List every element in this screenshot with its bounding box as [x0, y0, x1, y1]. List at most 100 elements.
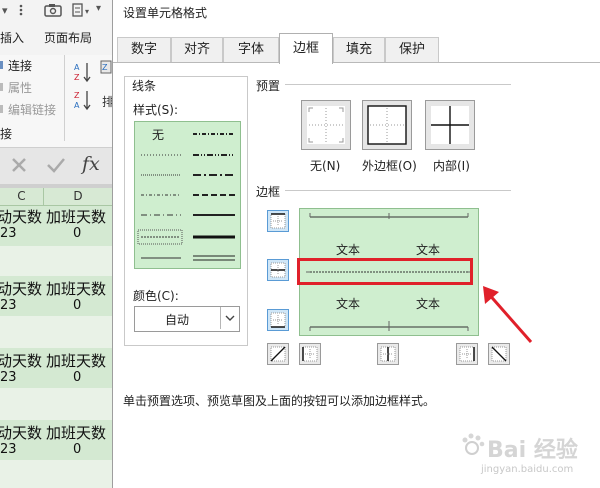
presets-group-label: 预置 — [256, 79, 281, 93]
excel-ribbon-panel: 连接 属性 编辑链接 接 AZ ZA Z 排 — [0, 55, 114, 148]
highlight-box — [297, 258, 473, 285]
cell-attendance-value[interactable]: 23 — [0, 298, 17, 313]
excel-window: ▾ ▾ ▾ 插入 页面布局 连接 属性 编辑链接 接 AZ ZA Z 排 fx … — [0, 0, 114, 488]
paw-logo-icon — [459, 432, 485, 461]
border-right-icon — [459, 346, 475, 362]
cell-attendance-value[interactable]: 23 — [0, 370, 17, 385]
preset-none-icon — [307, 106, 345, 144]
chevron-down-icon[interactable] — [220, 307, 239, 329]
expand-dropdown-icon[interactable]: ▾ — [96, 3, 101, 14]
tab-border[interactable]: 边框 — [279, 33, 333, 64]
preview-text: 文本 — [416, 297, 441, 311]
column-header-c[interactable]: C — [0, 188, 44, 206]
border-right-button[interactable] — [456, 343, 478, 365]
tab-number[interactable]: 数字 — [117, 37, 171, 62]
preset-none-button[interactable] — [301, 100, 351, 150]
form-icon[interactable]: ▾ — [72, 3, 94, 20]
border-diagonal-up-icon — [270, 346, 286, 362]
sort-az-icon[interactable]: AZ — [74, 61, 92, 86]
insert-function-icon[interactable]: fx — [82, 153, 100, 175]
cell-overtime-value[interactable]: 0 — [73, 298, 81, 313]
tab-protection[interactable]: 保护 — [385, 37, 439, 62]
cell-attendance-header[interactable]: 动天数 — [0, 278, 42, 299]
border-inside-vertical-icon — [380, 346, 396, 362]
border-diagonal-down-button[interactable] — [488, 343, 510, 365]
format-cells-dialog: 设置单元格格式 数字 对齐 字体 边框 填充 保护 线条 样式(S): 无 颜色… — [112, 0, 600, 488]
dialog-tabs: 数字 对齐 字体 边框 填充 保护 — [113, 33, 600, 64]
properties-button[interactable]: 属性 — [8, 79, 32, 96]
confirm-icon[interactable] — [46, 156, 66, 177]
watermark: Bai 经验 jingyan.baidu.com — [451, 432, 600, 482]
tab-alignment[interactable]: 对齐 — [171, 37, 223, 62]
border-divider — [285, 190, 511, 191]
ribbon-divider — [64, 55, 65, 141]
column-header-d[interactable]: D — [44, 188, 113, 206]
properties-icon — [0, 81, 6, 96]
filter-icon[interactable]: Z — [100, 59, 112, 78]
dialog-title: 设置单元格格式 — [123, 6, 208, 20]
ribbon-tab-page-layout[interactable]: 页面布局 — [44, 29, 92, 46]
cancel-icon[interactable] — [10, 156, 28, 177]
border-inside-vertical-button[interactable] — [377, 343, 399, 365]
sheet-gap-row[interactable] — [0, 460, 112, 488]
line-style-swatches[interactable] — [135, 122, 240, 268]
preset-inside-button[interactable] — [425, 100, 475, 150]
preview-text: 文本 — [336, 243, 361, 257]
svg-text:A: A — [74, 101, 80, 110]
formula-bar: fx — [0, 148, 112, 185]
sheet-gap-row[interactable] — [0, 246, 112, 276]
connections-button[interactable]: 连接 — [8, 57, 32, 74]
preset-outline-button[interactable] — [362, 100, 412, 150]
annotation-arrow-icon — [483, 286, 533, 343]
cell-overtime-value[interactable]: 0 — [73, 226, 81, 241]
sheet-gap-row[interactable] — [0, 316, 112, 348]
camera-icon[interactable] — [44, 3, 62, 20]
cell-attendance-header[interactable]: 动天数 — [0, 350, 42, 371]
cell-overtime-header[interactable]: 加班天数 — [46, 350, 106, 371]
preset-outline-icon — [367, 105, 407, 145]
cell-overtime-header[interactable]: 加班天数 — [46, 422, 106, 443]
connections-icon — [0, 59, 6, 74]
border-left-button[interactable] — [299, 343, 321, 365]
preset-inside-label[interactable]: 内部(I) — [433, 157, 470, 174]
border-inside-horizontal-button[interactable] — [267, 259, 289, 281]
preview-text: 文本 — [336, 297, 361, 311]
cell-attendance-header[interactable]: 动天数 — [0, 422, 42, 443]
border-bottom-icon — [270, 312, 286, 328]
svg-text:Z: Z — [74, 91, 80, 100]
cell-attendance-value[interactable]: 23 — [0, 442, 17, 457]
sheet-gap-row[interactable] — [0, 388, 112, 420]
cell-overtime-value[interactable]: 0 — [73, 370, 81, 385]
line-style-list[interactable]: 无 — [134, 121, 241, 269]
border-bottom-button[interactable] — [267, 309, 289, 331]
edit-links-button[interactable]: 编辑链接 — [8, 101, 56, 118]
preset-none-label[interactable]: 无(N) — [310, 157, 340, 174]
preset-outline-label[interactable]: 外边框(O) — [362, 157, 417, 174]
hint-text: 单击预置选项、预览草图及上面的按钮可以添加边框样式。 — [123, 394, 436, 408]
cell-overtime-header[interactable]: 加班天数 — [46, 278, 106, 299]
border-group-label: 边框 — [256, 185, 281, 199]
sort-za-icon[interactable]: ZA — [74, 89, 92, 114]
border-top-button[interactable] — [267, 210, 289, 232]
border-diagonal-up-button[interactable] — [267, 343, 289, 365]
color-label: 颜色(C): — [133, 289, 179, 303]
border-top-icon — [270, 213, 286, 229]
svg-text:A: A — [74, 63, 80, 72]
preset-inside-icon — [431, 106, 469, 144]
more-icon[interactable] — [16, 3, 26, 20]
cell-overtime-value[interactable]: 0 — [73, 442, 81, 457]
tab-fill[interactable]: 填充 — [333, 37, 385, 62]
watermark-brand: Bai 经验 — [487, 438, 578, 463]
style-label: 样式(S): — [133, 103, 179, 117]
font-color-dropdown-icon[interactable]: ▾ — [2, 4, 8, 17]
ribbon-tab-insert[interactable]: 插入 — [0, 29, 24, 46]
color-select[interactable]: 自动 — [134, 306, 240, 332]
cell-attendance-header[interactable]: 动天数 — [0, 206, 42, 227]
cell-attendance-value[interactable]: 23 — [0, 226, 17, 241]
preview-text: 文本 — [416, 243, 441, 257]
svg-text:Z: Z — [102, 63, 108, 72]
border-left-icon — [302, 346, 318, 362]
tab-font[interactable]: 字体 — [223, 37, 279, 62]
cell-overtime-header[interactable]: 加班天数 — [46, 206, 106, 227]
watermark-url: jingyan.baidu.com — [481, 464, 574, 475]
